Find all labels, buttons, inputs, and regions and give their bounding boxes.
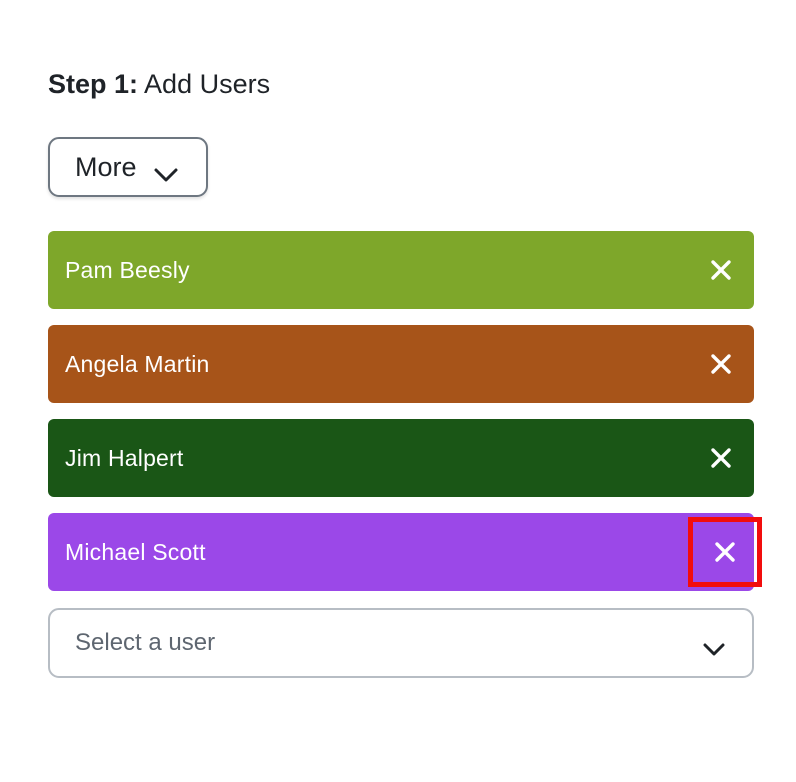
step-number: Step 1: [48,69,139,99]
user-name: Pam Beesly [65,256,190,283]
close-icon [714,541,736,563]
user-list: Pam Beesly Angela Martin Jim Halpert Mic… [48,231,762,607]
close-icon [710,259,732,281]
user-select-placeholder: Select a user [75,629,216,656]
user-name: Michael Scott [65,538,206,565]
add-users-panel: Step 1: Add Users More Pam Beesly Angela… [0,0,796,782]
user-chip: Angela Martin [48,325,754,403]
remove-user-button[interactable] [700,437,742,479]
chevron-down-icon [702,636,726,656]
more-dropdown-button[interactable]: More [48,137,208,197]
remove-user-button[interactable] [688,517,762,587]
close-icon [710,447,732,469]
user-name: Angela Martin [65,350,210,377]
remove-user-button[interactable] [700,343,742,385]
step-heading: Step 1: Add Users [48,66,270,102]
user-name: Jim Halpert [65,444,184,471]
user-chip: Michael Scott [48,513,762,591]
step-title: Add Users [144,69,271,99]
user-chip: Pam Beesly [48,231,754,309]
more-button-label: More [75,151,137,182]
close-icon [710,353,732,375]
chevron-down-icon [153,159,179,182]
user-select[interactable]: Select a user [48,608,754,678]
user-chip: Jim Halpert [48,419,754,497]
remove-user-button[interactable] [700,249,742,291]
